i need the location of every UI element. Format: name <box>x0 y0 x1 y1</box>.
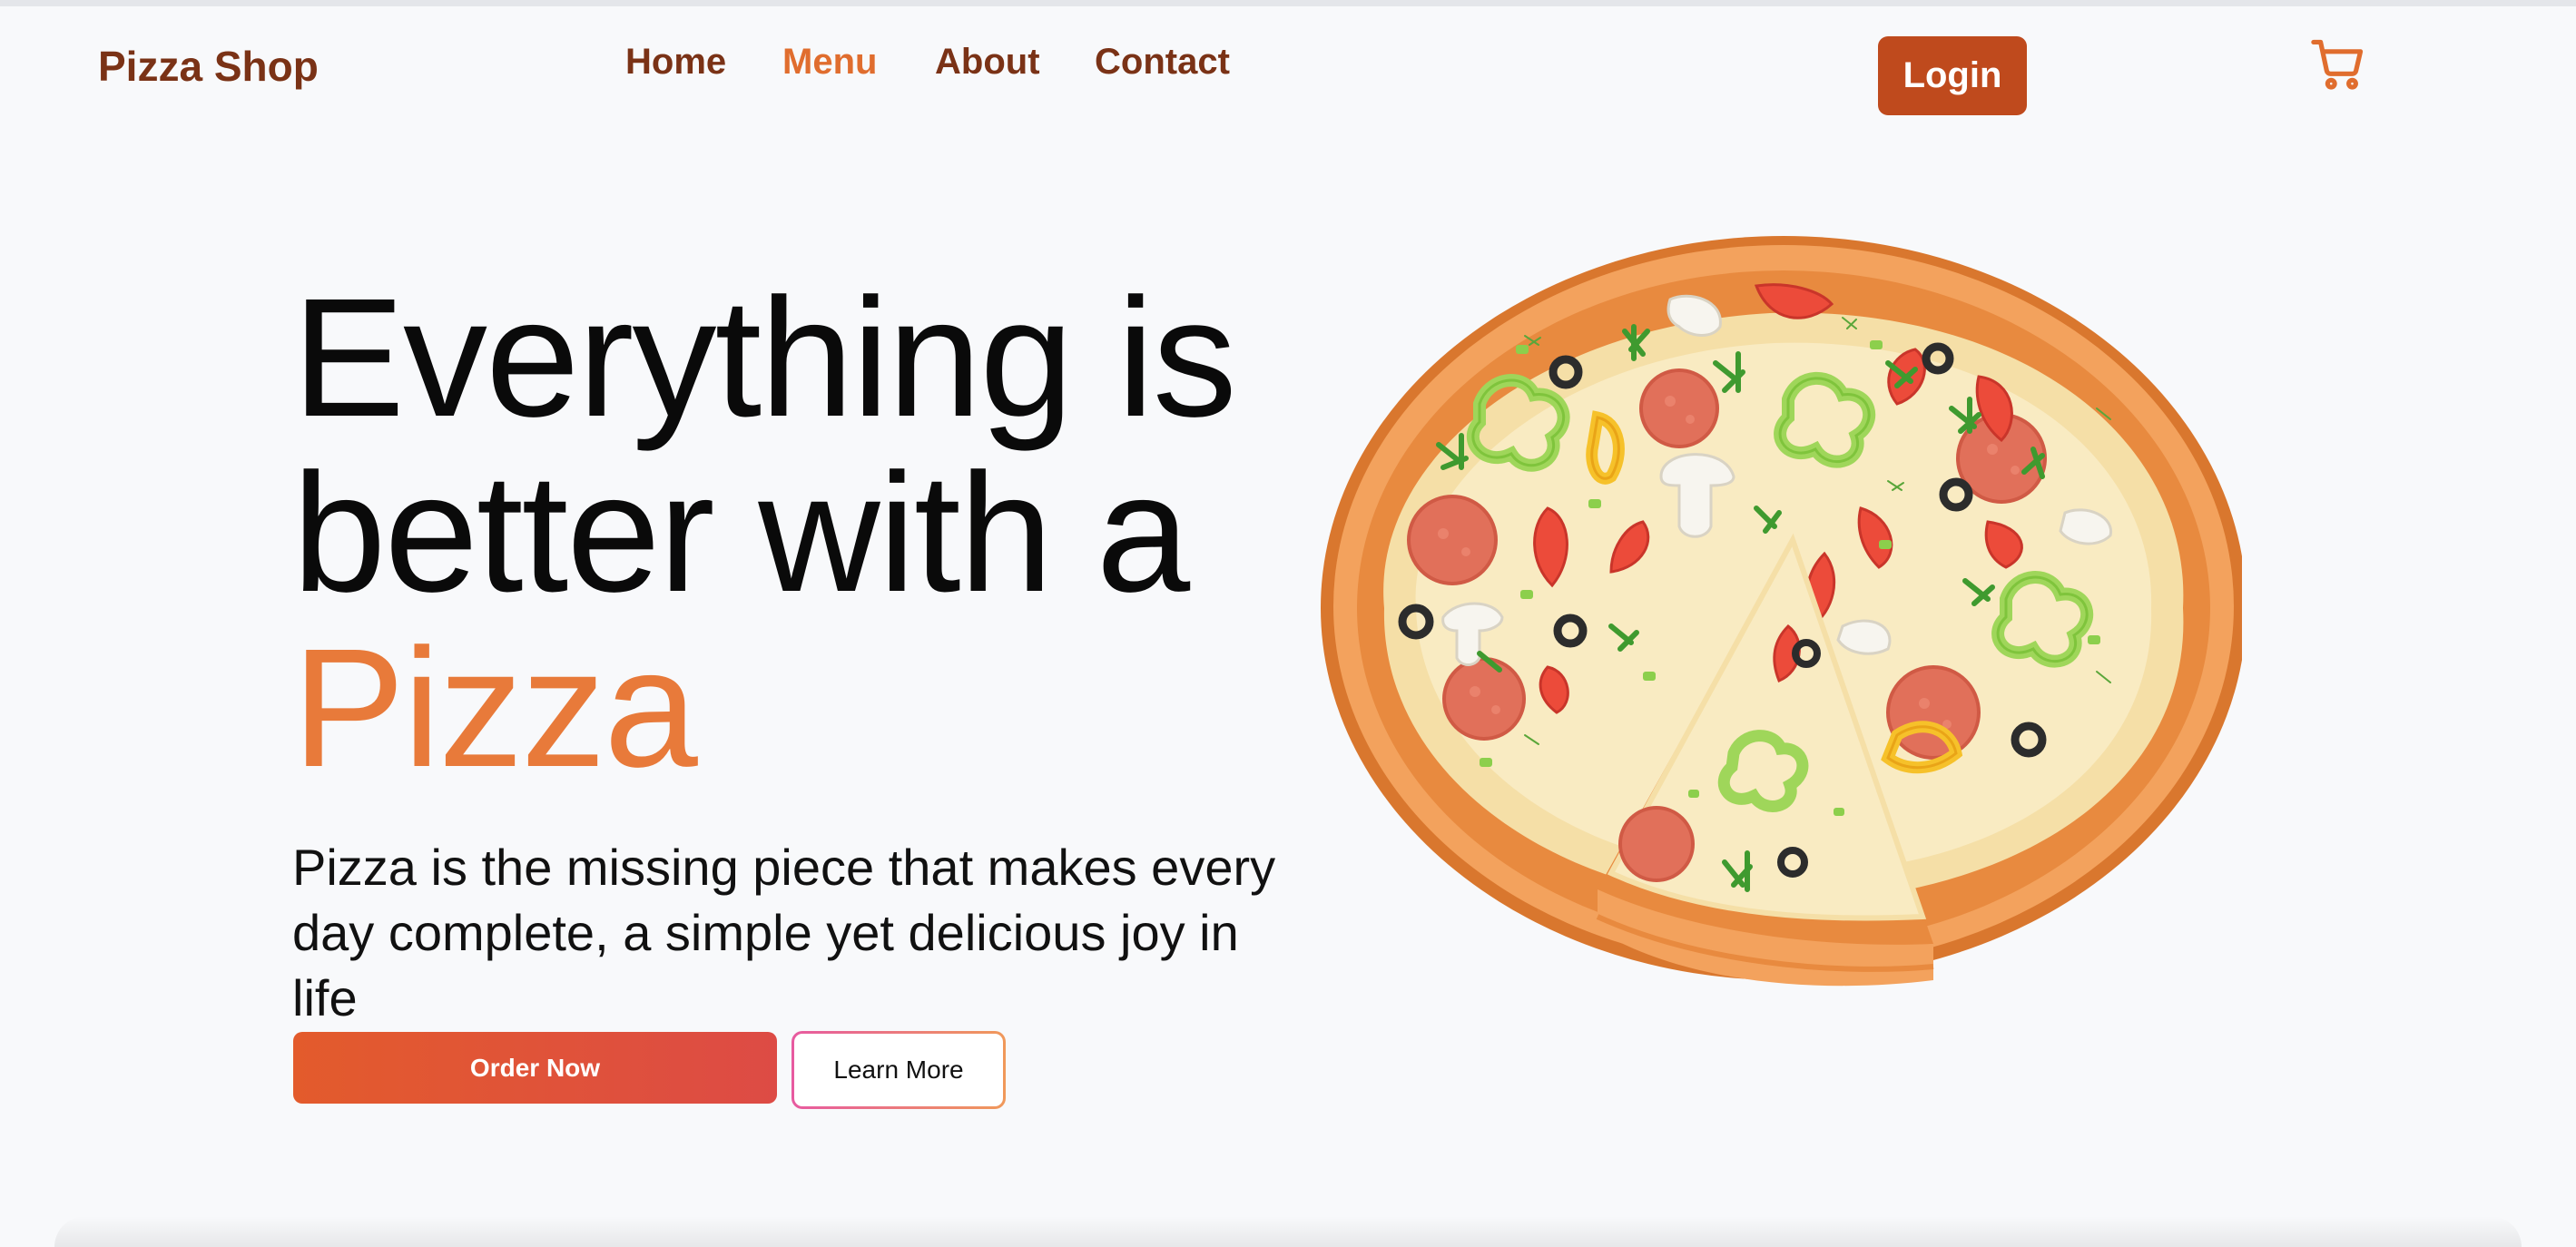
shopping-cart-icon[interactable] <box>2310 36 2366 93</box>
learn-more-button[interactable]: Learn More <box>791 1031 1006 1109</box>
login-button[interactable]: Login <box>1878 36 2027 115</box>
bottom-section-edge <box>54 1216 2522 1247</box>
hero-title-accent: Pizza <box>292 614 698 802</box>
hero-title-line-2: better with a <box>292 439 1190 627</box>
page: Pizza Shop Home Menu About Contact Login… <box>0 0 2576 1247</box>
nav-about[interactable]: About <box>935 33 1040 91</box>
nav-contact[interactable]: Contact <box>1095 33 1230 91</box>
hero-title: Everything is better with a Pizza <box>292 270 1363 796</box>
top-divider <box>0 0 2576 6</box>
brand-logo[interactable]: Pizza Shop <box>98 36 319 96</box>
hero-description: Pizza is the missing piece that makes ev… <box>292 839 1276 1026</box>
order-now-button[interactable]: Order Now <box>293 1032 777 1104</box>
pizza-illustration <box>1298 227 2247 1026</box>
hero-title-line-1: Everything is <box>292 264 1237 452</box>
nav-menu[interactable]: Menu <box>782 33 877 91</box>
nav-home[interactable]: Home <box>625 33 726 91</box>
